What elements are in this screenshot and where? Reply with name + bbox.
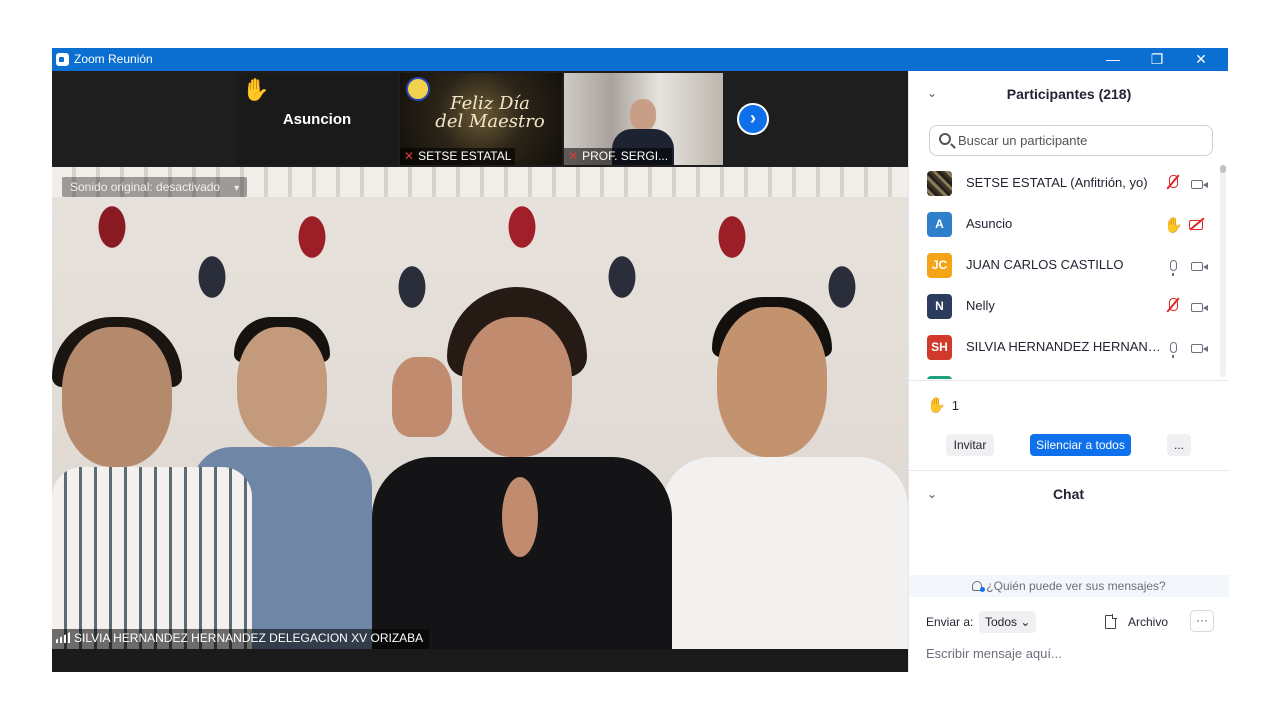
microphone-icon[interactable] <box>1164 257 1182 276</box>
file-button[interactable]: Archivo <box>1128 615 1168 629</box>
raised-hand-icon: ✋ <box>242 77 270 102</box>
search-input[interactable] <box>958 130 1208 151</box>
microphone-icon[interactable] <box>1164 339 1182 358</box>
file-icon[interactable] <box>1105 614 1117 629</box>
participant-name: Nelly <box>966 298 995 313</box>
active-speaker-video[interactable]: Sonido original: desactivado ▾ SILVIA HER… <box>52 167 908 649</box>
window-title: Zoom Reunión <box>74 52 153 66</box>
chat-title: Chat <box>1052 486 1085 502</box>
participant-list: SETSE ESTATAL (Anfitrión, yo) A Asuncio … <box>909 163 1229 379</box>
close-button[interactable]: ✕ <box>1178 48 1224 71</box>
invite-button[interactable]: Invitar <box>946 434 994 456</box>
person-figure <box>352 287 682 649</box>
chat-message-input[interactable] <box>926 641 1216 665</box>
video-area: ✋ Asuncion Feliz Día del Maestro ✕ SETSE … <box>52 71 908 672</box>
avatar: A <box>927 212 952 237</box>
divider <box>909 380 1229 381</box>
mute-all-button[interactable]: Silenciar a todos <box>1030 434 1131 456</box>
mic-muted-icon[interactable] <box>1164 298 1182 316</box>
participant-name: Asuncio <box>966 216 1013 231</box>
gallery-strip: ✋ Asuncion Feliz Día del Maestro ✕ SETSE … <box>52 71 908 167</box>
send-to-label: Enviar a: <box>926 615 974 629</box>
zoom-window: Zoom Reunión — ❐ ✕ ✋ Asuncion Feliz Día … <box>52 48 1229 672</box>
participant-row[interactable]: JC JUAN CARLOS CASTILLO <box>909 245 1219 286</box>
camera-icon[interactable] <box>1188 175 1208 193</box>
chevron-down-icon: ⌄ <box>1020 615 1031 629</box>
title-bar: Zoom Reunión — ❐ ✕ <box>52 48 1228 71</box>
mic-muted-icon: ✕ <box>568 149 579 163</box>
chat-more-button[interactable]: ··· <box>1190 610 1214 632</box>
meeting-controls-bar <box>52 649 908 672</box>
avatar: N <box>927 294 952 319</box>
video-tile-asuncion[interactable]: ✋ Asuncion <box>236 73 398 165</box>
participant-list-scrollbar[interactable] <box>1220 165 1226 377</box>
participant-search[interactable] <box>929 125 1213 156</box>
avatar: JC <box>927 253 952 278</box>
dropdown-caret-icon: ▾ <box>234 183 240 194</box>
person-info-icon <box>972 581 986 592</box>
participants-title: Participantes (218) <box>1006 86 1132 102</box>
participant-row[interactable]: SH SILVIA HERNANDEZ HERNANDE... <box>909 327 1219 368</box>
participants-header: ⌄ Participantes (218) <box>909 71 1229 117</box>
next-page-button[interactable]: › <box>737 103 769 135</box>
search-icon <box>939 133 951 145</box>
speaker-name-label: SILVIA HERNANDEZ HERNANDEZ DELEGACION XV… <box>52 629 430 649</box>
raised-hand-icon: ✋ <box>927 397 946 414</box>
tile-label: ✕ SETSE ESTATAL <box>400 148 516 165</box>
avatar <box>927 171 952 196</box>
camera-icon[interactable] <box>1188 339 1208 357</box>
person-figure <box>52 317 252 649</box>
more-options-button[interactable]: ... <box>1167 434 1191 456</box>
tile-name: Asuncion <box>282 111 352 128</box>
participant-name: SILVIA HERNANDEZ HERNANDE... <box>966 339 1164 354</box>
video-tile-setse-estatal[interactable]: Feliz Día del Maestro ✕ SETSE ESTATAL <box>400 73 562 165</box>
video-tile-prof-sergio[interactable]: ✕ PROF. SERGI... <box>564 73 723 165</box>
restore-button[interactable]: ❐ <box>1134 48 1180 71</box>
seal-logo-icon <box>406 77 430 101</box>
camera-icon[interactable] <box>1188 257 1208 275</box>
recipient-dropdown[interactable]: Todos ⌄ <box>979 611 1037 633</box>
scrollbar-thumb[interactable] <box>1220 165 1226 173</box>
camera-off-icon[interactable] <box>1188 216 1206 234</box>
participant-name: JUAN CARLOS CASTILLO <box>966 257 1124 272</box>
camera-icon[interactable] <box>1188 298 1208 316</box>
avatar <box>927 376 952 379</box>
who-can-see-messages[interactable]: ¿Quién puede ver sus mensajes? <box>909 575 1229 597</box>
tile-label: ✕ PROF. SERGI... <box>564 148 673 165</box>
participant-row[interactable]: N Nelly <box>909 286 1219 327</box>
mic-muted-icon[interactable] <box>1164 175 1182 193</box>
side-panel: ⌄ Participantes (218) SETSE ESTATAL (Anf… <box>908 71 1229 672</box>
minimize-button[interactable]: — <box>1090 48 1136 71</box>
raised-hand-icon[interactable]: ✋ <box>1164 216 1183 234</box>
divider <box>909 470 1229 471</box>
participant-name: SETSE ESTATAL (Anfitrión, yo) <box>966 175 1148 190</box>
slide-text: Feliz Día del Maestro <box>435 93 545 132</box>
signal-strength-icon <box>56 632 70 643</box>
participant-row[interactable] <box>909 368 1219 379</box>
participant-row[interactable]: A Asuncio ✋ <box>909 204 1219 245</box>
raised-hands-summary: ✋ 1 <box>927 397 959 414</box>
mic-muted-icon: ✕ <box>404 149 415 163</box>
participant-row[interactable]: SETSE ESTATAL (Anfitrión, yo) <box>909 163 1219 204</box>
zoom-app-icon <box>56 53 69 66</box>
avatar: SH <box>927 335 952 360</box>
person-figure <box>662 297 908 649</box>
original-sound-toggle[interactable]: Sonido original: desactivado ▾ <box>62 177 248 197</box>
